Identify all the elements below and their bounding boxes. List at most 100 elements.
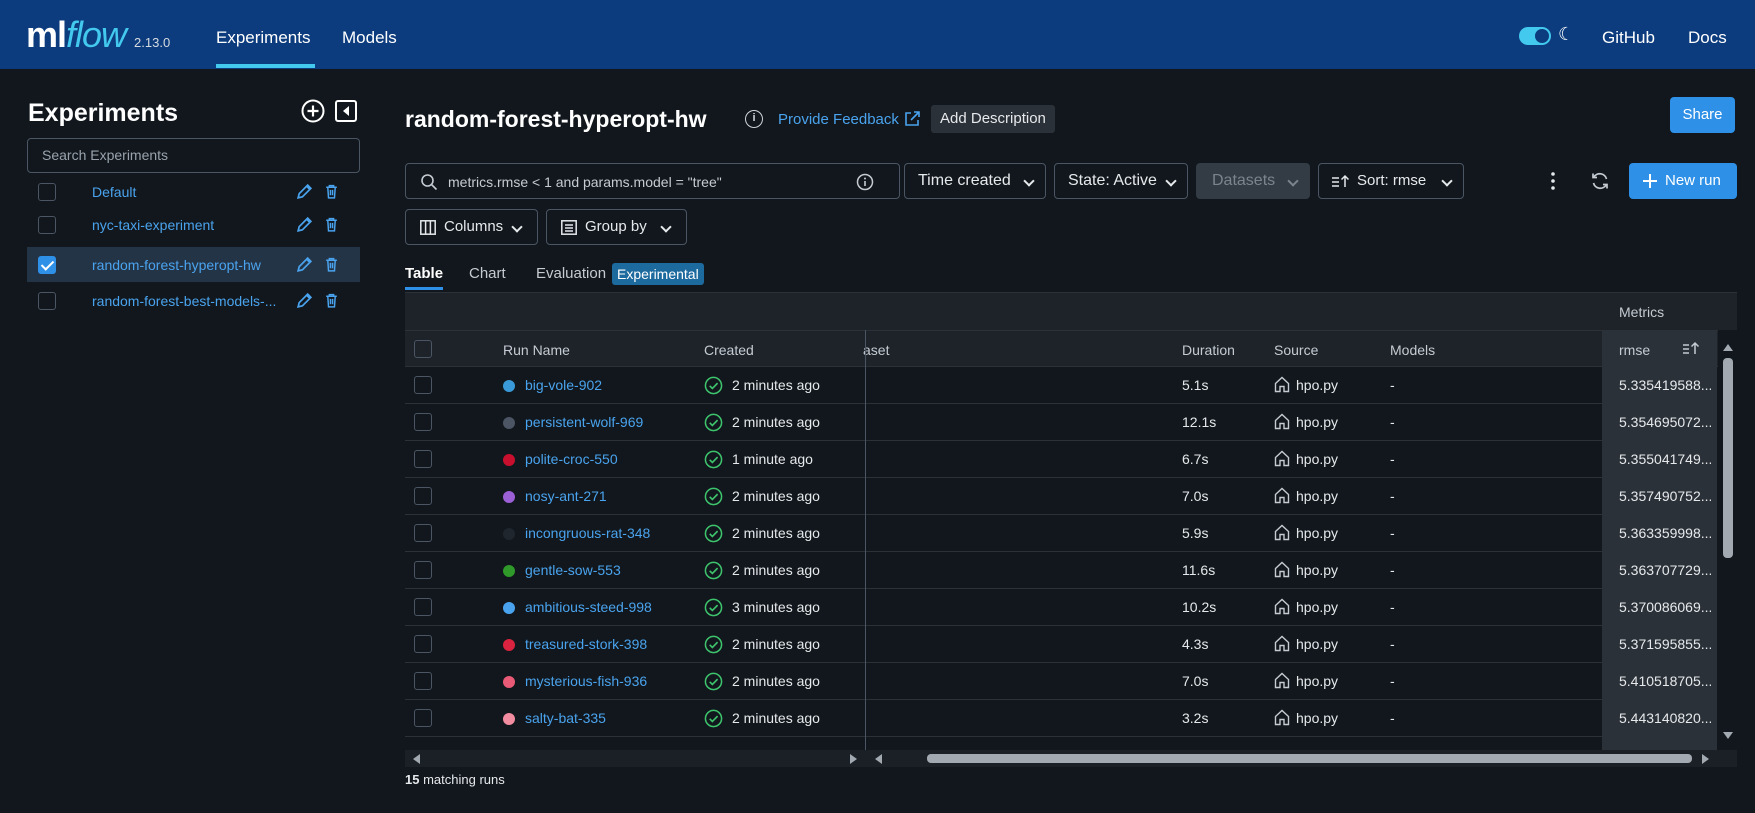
- row-checkbox[interactable]: [414, 635, 432, 653]
- edit-icon[interactable]: [296, 183, 313, 200]
- source-link[interactable]: hpo.py: [1296, 525, 1338, 541]
- experiment-checkbox[interactable]: [38, 215, 56, 234]
- table-row[interactable]: persistent-wolf-969 2 minutes ago 12.1s hpo…: [405, 404, 1717, 441]
- table-row[interactable]: incongruous-rat-348 2 minutes ago 5.9s hpo.…: [405, 515, 1717, 552]
- run-name-link[interactable]: ambitious-steed-998: [525, 599, 652, 615]
- more-options-icon[interactable]: [1551, 172, 1555, 190]
- vertical-scrollbar[interactable]: [1718, 330, 1737, 750]
- experiment-name[interactable]: nyc-taxi-experiment: [92, 217, 302, 233]
- refresh-icon[interactable]: [1590, 171, 1610, 191]
- source-link[interactable]: hpo.py: [1296, 414, 1338, 430]
- datasets-dropdown[interactable]: Datasets: [1196, 163, 1310, 199]
- info-icon[interactable]: i: [745, 110, 763, 128]
- scroll-left-icon[interactable]: [875, 754, 882, 764]
- run-name-link[interactable]: incongruous-rat-348: [525, 525, 650, 541]
- external-link-icon[interactable]: [903, 110, 921, 128]
- run-name-link[interactable]: gentle-sow-553: [525, 562, 621, 578]
- collapse-sidebar-icon[interactable]: [334, 99, 358, 123]
- source-link[interactable]: hpo.py: [1296, 377, 1338, 393]
- scroll-down-icon[interactable]: [1723, 732, 1733, 739]
- row-checkbox[interactable]: [414, 672, 432, 690]
- experiment-name[interactable]: random-forest-best-models-...: [92, 293, 302, 309]
- row-checkbox[interactable]: [414, 709, 432, 727]
- run-name-link[interactable]: big-vole-902: [525, 377, 602, 393]
- edit-icon[interactable]: [296, 292, 313, 309]
- run-name-link[interactable]: polite-croc-550: [525, 451, 618, 467]
- mlflow-logo[interactable]: ml flow 2.13.0: [26, 14, 170, 55]
- horizontal-scroll-thumb[interactable]: [927, 754, 1692, 763]
- add-description-button[interactable]: Add Description: [931, 105, 1055, 133]
- experiment-item-random-forest-best[interactable]: random-forest-best-models-...: [27, 283, 360, 318]
- share-button[interactable]: Share: [1670, 97, 1735, 133]
- table-row[interactable]: nosy-ant-271 2 minutes ago 7.0s hpo.py - 5.35…: [405, 478, 1717, 515]
- table-row[interactable]: gentle-sow-553 2 minutes ago 11.6s hpo.py - 5…: [405, 552, 1717, 589]
- nav-models[interactable]: Models: [342, 28, 397, 48]
- table-row[interactable]: big-vole-902 2 minutes ago 5.1s hpo.py - 5.33…: [405, 367, 1717, 404]
- edit-icon[interactable]: [296, 216, 313, 233]
- header-rmse-cell[interactable]: rmse: [1602, 331, 1717, 366]
- header-created[interactable]: Created: [704, 342, 754, 358]
- provide-feedback-link[interactable]: Provide Feedback: [778, 111, 899, 128]
- run-name-link[interactable]: treasured-stork-398: [525, 636, 647, 652]
- experiment-checkbox[interactable]: [38, 291, 56, 310]
- delete-icon[interactable]: [323, 292, 340, 309]
- vertical-scroll-thumb[interactable]: [1723, 358, 1733, 558]
- source-link[interactable]: hpo.py: [1296, 636, 1338, 652]
- columns-dropdown[interactable]: Columns: [405, 209, 538, 245]
- time-created-dropdown[interactable]: Time created: [904, 163, 1046, 199]
- run-search-input[interactable]: metrics.rmse < 1 and params.model = "tre…: [405, 163, 900, 199]
- delete-icon[interactable]: [323, 183, 340, 200]
- header-run-name[interactable]: Run Name: [503, 342, 570, 358]
- table-row[interactable]: polite-croc-550 1 minute ago 6.7s hpo.py - 5.…: [405, 441, 1717, 478]
- table-row[interactable]: mysterious-fish-936 2 minutes ago 7.0s hpo.…: [405, 663, 1717, 700]
- source-link[interactable]: hpo.py: [1296, 710, 1338, 726]
- row-checkbox[interactable]: [414, 450, 432, 468]
- run-name-link[interactable]: nosy-ant-271: [525, 488, 607, 504]
- header-models[interactable]: Models: [1390, 342, 1435, 358]
- new-run-button[interactable]: New run: [1629, 163, 1737, 199]
- experiment-item-nyc-taxi[interactable]: nyc-taxi-experiment: [27, 207, 360, 242]
- select-all-checkbox[interactable]: [414, 340, 432, 358]
- header-duration[interactable]: Duration: [1182, 342, 1235, 358]
- dark-mode-toggle[interactable]: [1519, 27, 1551, 45]
- table-row[interactable]: salty-bat-335 2 minutes ago 3.2s hpo.py - 5.4…: [405, 700, 1717, 737]
- search-experiments-input[interactable]: Search Experiments: [27, 138, 360, 173]
- source-link[interactable]: hpo.py: [1296, 599, 1338, 615]
- experiment-checkbox[interactable]: [38, 255, 56, 274]
- run-name-link[interactable]: salty-bat-335: [525, 710, 606, 726]
- nav-experiments[interactable]: Experiments: [216, 28, 310, 48]
- experiment-name[interactable]: random-forest-hyperopt-hw: [92, 257, 302, 273]
- source-link[interactable]: hpo.py: [1296, 451, 1338, 467]
- scroll-right-icon[interactable]: [1702, 754, 1709, 764]
- create-experiment-icon[interactable]: [301, 99, 325, 123]
- scroll-up-icon[interactable]: [1723, 344, 1733, 351]
- row-checkbox[interactable]: [414, 524, 432, 542]
- table-row[interactable]: treasured-stork-398 2 minutes ago 4.3s hpo.…: [405, 626, 1717, 663]
- run-name-link[interactable]: mysterious-fish-936: [525, 673, 647, 689]
- experiment-checkbox[interactable]: [38, 182, 56, 201]
- docs-link[interactable]: Docs: [1688, 28, 1727, 48]
- tab-chart[interactable]: Chart: [469, 265, 506, 282]
- row-checkbox[interactable]: [414, 376, 432, 394]
- group-by-dropdown[interactable]: Group by: [546, 209, 687, 245]
- tab-table[interactable]: Table: [405, 265, 443, 282]
- row-checkbox[interactable]: [414, 413, 432, 431]
- scroll-right-icon[interactable]: [850, 754, 857, 764]
- state-dropdown[interactable]: State: Active: [1054, 163, 1188, 199]
- row-checkbox[interactable]: [414, 487, 432, 505]
- header-dataset[interactable]: aset: [863, 342, 889, 358]
- table-row[interactable]: ambitious-steed-998 3 minutes ago 10.2s hpo…: [405, 589, 1717, 626]
- experiment-name[interactable]: Default: [92, 184, 302, 200]
- sort-dropdown[interactable]: Sort: rmse: [1318, 163, 1464, 199]
- scroll-left-icon[interactable]: [413, 754, 420, 764]
- experiment-item-random-forest-hyperopt[interactable]: random-forest-hyperopt-hw: [27, 247, 360, 282]
- delete-icon[interactable]: [323, 216, 340, 233]
- row-checkbox[interactable]: [414, 561, 432, 579]
- delete-icon[interactable]: [323, 256, 340, 273]
- tab-evaluation[interactable]: Evaluation: [536, 265, 606, 282]
- run-name-link[interactable]: persistent-wolf-969: [525, 414, 643, 430]
- row-checkbox[interactable]: [414, 598, 432, 616]
- horizontal-scrollbar[interactable]: [405, 750, 1737, 767]
- header-source[interactable]: Source: [1274, 342, 1318, 358]
- search-help-icon[interactable]: [856, 173, 874, 191]
